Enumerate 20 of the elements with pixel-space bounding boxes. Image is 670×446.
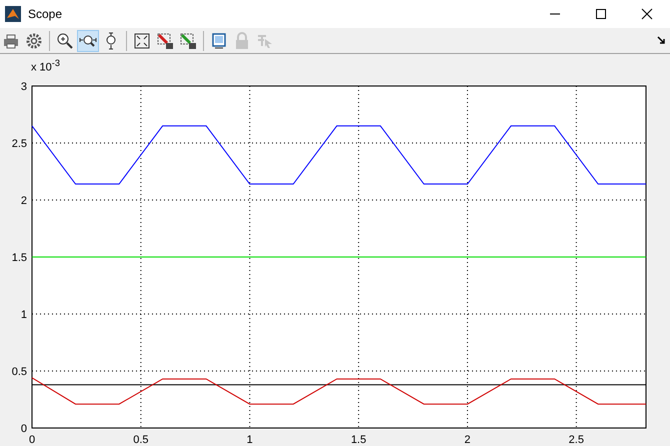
tick-label: 0.5 [133, 434, 149, 446]
tick-label: 1.5 [350, 434, 366, 446]
axis-multiplier: x 10$^{-3}$ [31, 59, 60, 74]
tick-label: 1 [246, 434, 253, 446]
tick-label: 0 [28, 434, 36, 446]
app-icon [5, 6, 21, 22]
tick-label: 3 [20, 81, 27, 93]
window-title: Scope [28, 7, 62, 21]
tick-label: 2.5 [568, 434, 584, 446]
maximize-icon[interactable] [595, 8, 607, 20]
tick-label: 2 [464, 434, 471, 446]
overflow-icon[interactable] [657, 36, 666, 45]
tick-label: 0.5 [12, 366, 27, 378]
tick-label: 1 [20, 309, 27, 321]
zoom-x-icon[interactable] [77, 30, 99, 52]
close-icon[interactable] [641, 8, 653, 20]
tick-label: 2 [20, 195, 27, 207]
tick-label: 2.5 [12, 138, 27, 150]
tick-label: 1.5 [12, 252, 27, 264]
tick-label: 0 [20, 423, 27, 435]
